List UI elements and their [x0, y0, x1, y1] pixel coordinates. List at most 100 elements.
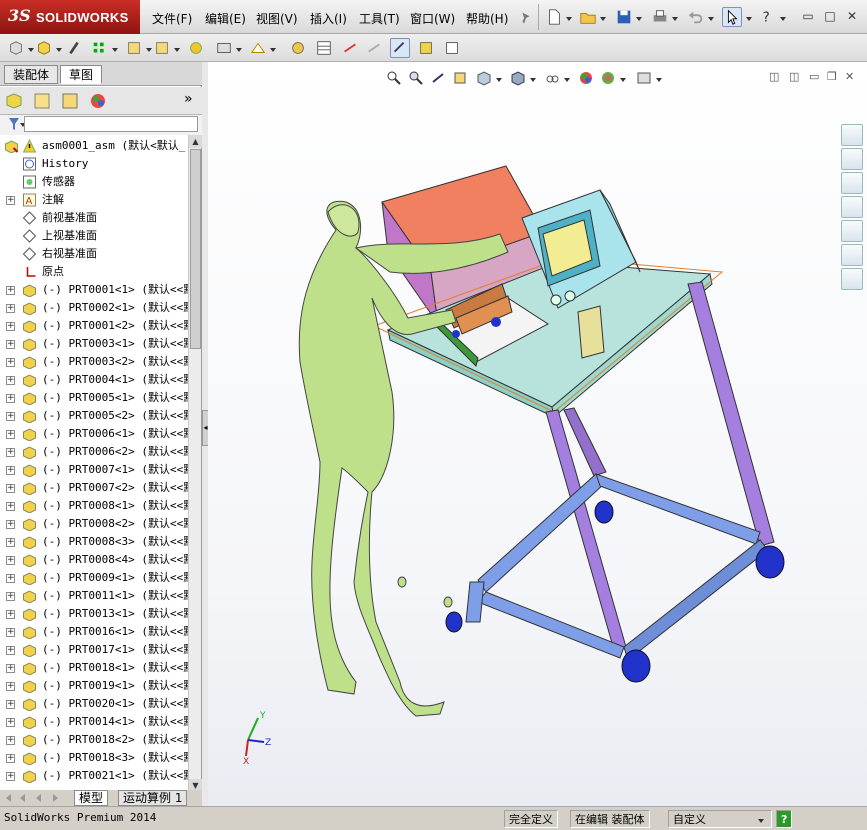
bill-of-materials-icon[interactable] — [314, 38, 334, 58]
show-hidden-icon[interactable] — [186, 38, 206, 58]
expand-toggle[interactable]: + — [6, 502, 15, 511]
expand-toggle[interactable]: + — [6, 592, 15, 601]
edit-appearance-icon[interactable] — [578, 70, 594, 86]
feature-manager-icon[interactable] — [4, 91, 24, 111]
property-manager-icon[interactable] — [32, 91, 52, 111]
tree-item[interactable]: + (-) PRT0005<2> (默认<<默 — [0, 407, 188, 425]
chevron-down-icon[interactable] — [270, 48, 276, 52]
chevron-down-icon[interactable] — [780, 17, 786, 21]
expand-toggle[interactable]: + — [6, 484, 15, 493]
tree-item[interactable]: + (-) PRT0017<1> (默认<<默 — [0, 641, 188, 659]
tree-item[interactable]: 原点 — [0, 263, 188, 281]
tree-item[interactable]: + (-) PRT0018<1> (默认<<默 — [0, 659, 188, 677]
tree-item[interactable]: + (-) PRT0008<4> (默认<<默 — [0, 551, 188, 569]
tab-assembly[interactable]: 装配体 — [4, 65, 59, 84]
tree-item[interactable]: + (-) PRT0007<1> (默认<<默 — [0, 461, 188, 479]
update-speedpak-icon[interactable] — [416, 38, 436, 58]
tree-item[interactable]: History — [0, 155, 188, 173]
open-folder-icon[interactable] — [578, 7, 598, 27]
reference-geometry-icon[interactable] — [248, 38, 268, 58]
custom-properties-icon[interactable] — [841, 268, 863, 290]
tree-item[interactable]: + (-) PRT0001<1> (默认<<默 — [0, 281, 188, 299]
split-vertical-icon[interactable]: ◫ — [769, 70, 779, 83]
tree-scrollbar[interactable]: ▲ ▼ — [188, 135, 202, 792]
expand-toggle[interactable]: + — [6, 376, 15, 385]
viewport-minimize-icon[interactable]: ▭ — [809, 70, 819, 83]
minimize-button[interactable]: ▭ — [800, 9, 816, 23]
tree-item[interactable]: + (-) PRT0006<2> (默认<<默 — [0, 443, 188, 461]
chevron-down-icon[interactable] — [636, 17, 642, 21]
tree-item[interactable]: + (-) PRT0002<1> (默认<<默 — [0, 299, 188, 317]
chevron-down-icon[interactable] — [672, 17, 678, 21]
expand-toggle[interactable]: + — [6, 646, 15, 655]
expand-toggle[interactable]: + — [6, 322, 15, 331]
tree-item[interactable]: + (-) PRT0007<2> (默认<<默 — [0, 479, 188, 497]
zoom-to-area-icon[interactable] — [408, 70, 424, 86]
help-icon[interactable]: ? — [758, 7, 778, 27]
tree-item[interactable]: + (-) PRT0021<1> (默认<<默 — [0, 767, 188, 785]
smart-fasteners-icon[interactable] — [124, 38, 144, 58]
expand-toggle[interactable]: + — [6, 718, 15, 727]
expand-toggle[interactable]: + — [6, 664, 15, 673]
chevron-down-icon[interactable] — [620, 78, 626, 82]
expand-toggle[interactable]: + — [6, 772, 15, 781]
tree-item[interactable]: + (-) PRT0008<2> (默认<<默 — [0, 515, 188, 533]
chevron-down-icon[interactable] — [530, 78, 536, 82]
tree-item[interactable]: + (-) PRT0014<1> (默认<<默 — [0, 713, 188, 731]
expand-toggle[interactable]: + — [6, 448, 15, 457]
insert-component-icon[interactable] — [6, 38, 26, 58]
expand-toggle[interactable]: + — [6, 196, 15, 205]
scroll-thumb[interactable] — [190, 149, 201, 349]
tree-item[interactable]: + (-) PRT0005<1> (默认<<默 — [0, 389, 188, 407]
tree-item[interactable]: + A 注解 — [0, 191, 188, 209]
solidworks-resources-icon[interactable] — [841, 124, 863, 146]
move-component-icon[interactable] — [152, 38, 172, 58]
scroll-up-button[interactable]: ▲ — [189, 135, 202, 148]
display-style-icon[interactable] — [510, 70, 526, 86]
chevron-down-icon[interactable] — [56, 48, 62, 52]
pin-icon[interactable] — [516, 8, 536, 28]
menu-insert[interactable]: 插入(I) — [310, 10, 347, 27]
new-document-icon[interactable] — [544, 7, 564, 27]
select-arrow-icon[interactable] — [722, 7, 742, 27]
tab-model[interactable]: 模型 — [74, 790, 109, 806]
expand-toggle[interactable]: + — [6, 700, 15, 709]
menu-view[interactable]: 视图(V) — [256, 10, 298, 27]
tree-item[interactable]: + (-) PRT0003<1> (默认<<默 — [0, 335, 188, 353]
appearances-icon[interactable] — [841, 244, 863, 266]
tree-item[interactable]: + (-) PRT0001<2> (默认<<默 — [0, 317, 188, 335]
expand-toggle[interactable]: + — [6, 394, 15, 403]
menu-help[interactable]: 帮助(H) — [466, 10, 508, 27]
view-orientation-icon[interactable] — [476, 70, 492, 86]
chevron-down-icon[interactable] — [564, 78, 570, 82]
chevron-down-icon[interactable] — [566, 17, 572, 21]
help-status-button[interactable]: ? — [776, 810, 793, 828]
chevron-down-icon[interactable] — [174, 48, 180, 52]
configuration-manager-icon[interactable] — [60, 91, 80, 111]
expand-toggle[interactable]: + — [6, 286, 15, 295]
chevron-down-icon[interactable] — [746, 17, 752, 21]
display-manager-icon[interactable] — [88, 91, 108, 111]
tree-item[interactable]: + (-) PRT0016<1> (默认<<默 — [0, 623, 188, 641]
expand-toggle[interactable]: + — [6, 574, 15, 583]
tree-item[interactable]: + (-) PRT0018<2> (默认<<默 — [0, 731, 188, 749]
tree-item[interactable]: + (-) PRT0008<1> (默认<<默 — [0, 497, 188, 515]
expand-toggle[interactable]: + — [6, 430, 15, 439]
chevron-down-icon[interactable] — [112, 48, 118, 52]
chevron-down-icon[interactable] — [656, 78, 662, 82]
chevron-down-icon[interactable] — [496, 78, 502, 82]
expand-toggle[interactable]: + — [6, 466, 15, 475]
view-settings-icon[interactable] — [636, 70, 652, 86]
solidworks-logo[interactable]: 3S SOLIDWORKS — [0, 0, 140, 34]
tab-sketch[interactable]: 草图 — [60, 65, 103, 84]
instant3d-icon[interactable] — [390, 38, 410, 58]
tree-item[interactable]: + (-) PRT0009<1> (默认<<默 — [0, 569, 188, 587]
tab-motion-study[interactable]: 运动算例 1 — [118, 790, 188, 806]
assembly-features-icon[interactable] — [214, 38, 234, 58]
filter-icon[interactable] — [8, 117, 20, 131]
menu-tools[interactable]: 工具(T) — [359, 10, 400, 27]
zoom-to-fit-icon[interactable] — [386, 70, 402, 86]
tree-item[interactable]: + (-) PRT0008<3> (默认<<默 — [0, 533, 188, 551]
expand-toggle[interactable]: + — [6, 736, 15, 745]
tree-item[interactable]: + (-) PRT0003<2> (默认<<默 — [0, 353, 188, 371]
